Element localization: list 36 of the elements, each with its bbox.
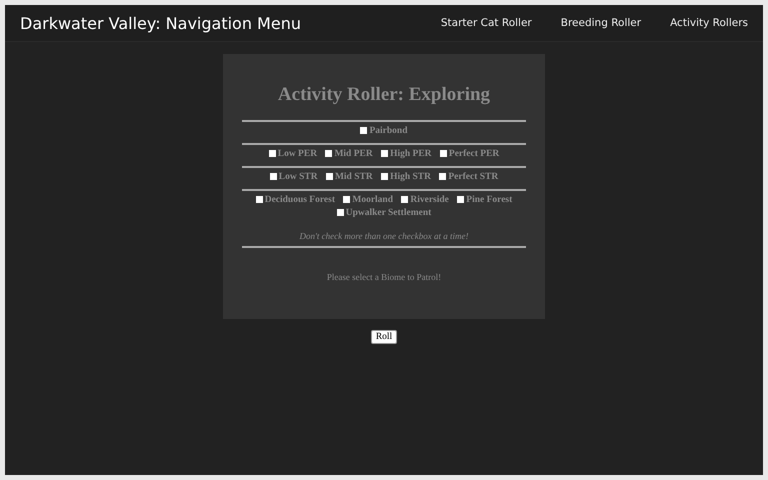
site-title: Darkwater Valley: Navigation Menu	[20, 14, 301, 32]
checkbox[interactable]	[381, 173, 388, 180]
checkbox[interactable]	[326, 173, 333, 180]
warning-note: Don't check more than one checkbox at a time!	[298, 231, 470, 241]
checkbox-option[interactable]: High STR	[381, 172, 431, 183]
checkbox[interactable]	[336, 209, 344, 216]
checkbox-option[interactable]: Mid STR	[326, 172, 373, 183]
checkbox[interactable]	[401, 196, 408, 203]
checkbox[interactable]	[325, 150, 332, 157]
checkbox[interactable]	[457, 196, 464, 203]
checkbox-option[interactable]: Riverside	[401, 195, 449, 206]
nav-link[interactable]: Activity Rollers	[670, 17, 748, 29]
roller-title: Activity Roller: Exploring	[276, 84, 492, 106]
checkbox[interactable]	[268, 150, 276, 157]
checkbox[interactable]	[256, 196, 263, 203]
checkbox[interactable]	[270, 173, 277, 180]
checkbox-option[interactable]: Upwalker Settlement	[336, 208, 432, 219]
checkbox-option[interactable]: Moorland	[343, 195, 393, 206]
nav-link[interactable]: Starter Cat Roller	[440, 17, 532, 29]
checkbox-option[interactable]: Pine Forest	[457, 195, 512, 206]
checkbox-option[interactable]: Deciduous Forest	[256, 195, 335, 206]
checkbox-option[interactable]: Pairbond	[360, 126, 408, 137]
nav-link[interactable]: Breeding Roller	[560, 17, 642, 29]
checkbox[interactable]	[381, 150, 388, 157]
checkbox[interactable]	[343, 196, 350, 203]
checkbox[interactable]	[360, 127, 368, 134]
checkbox[interactable]	[439, 173, 446, 180]
roll-button[interactable]: Roll	[370, 330, 398, 344]
result-text: Please select a Biome to Patrol!	[326, 272, 442, 282]
checkbox-option[interactable]: Low STR	[270, 172, 318, 183]
checkbox-option[interactable]: Perfect STR	[439, 172, 498, 183]
checkbox[interactable]	[440, 150, 447, 157]
checkbox-option[interactable]: High PER	[381, 149, 432, 160]
checkbox-option[interactable]: Low PER	[268, 149, 318, 160]
checkbox-option[interactable]: Perfect PER	[440, 149, 500, 160]
checkbox-option[interactable]: Mid PER	[325, 149, 373, 160]
